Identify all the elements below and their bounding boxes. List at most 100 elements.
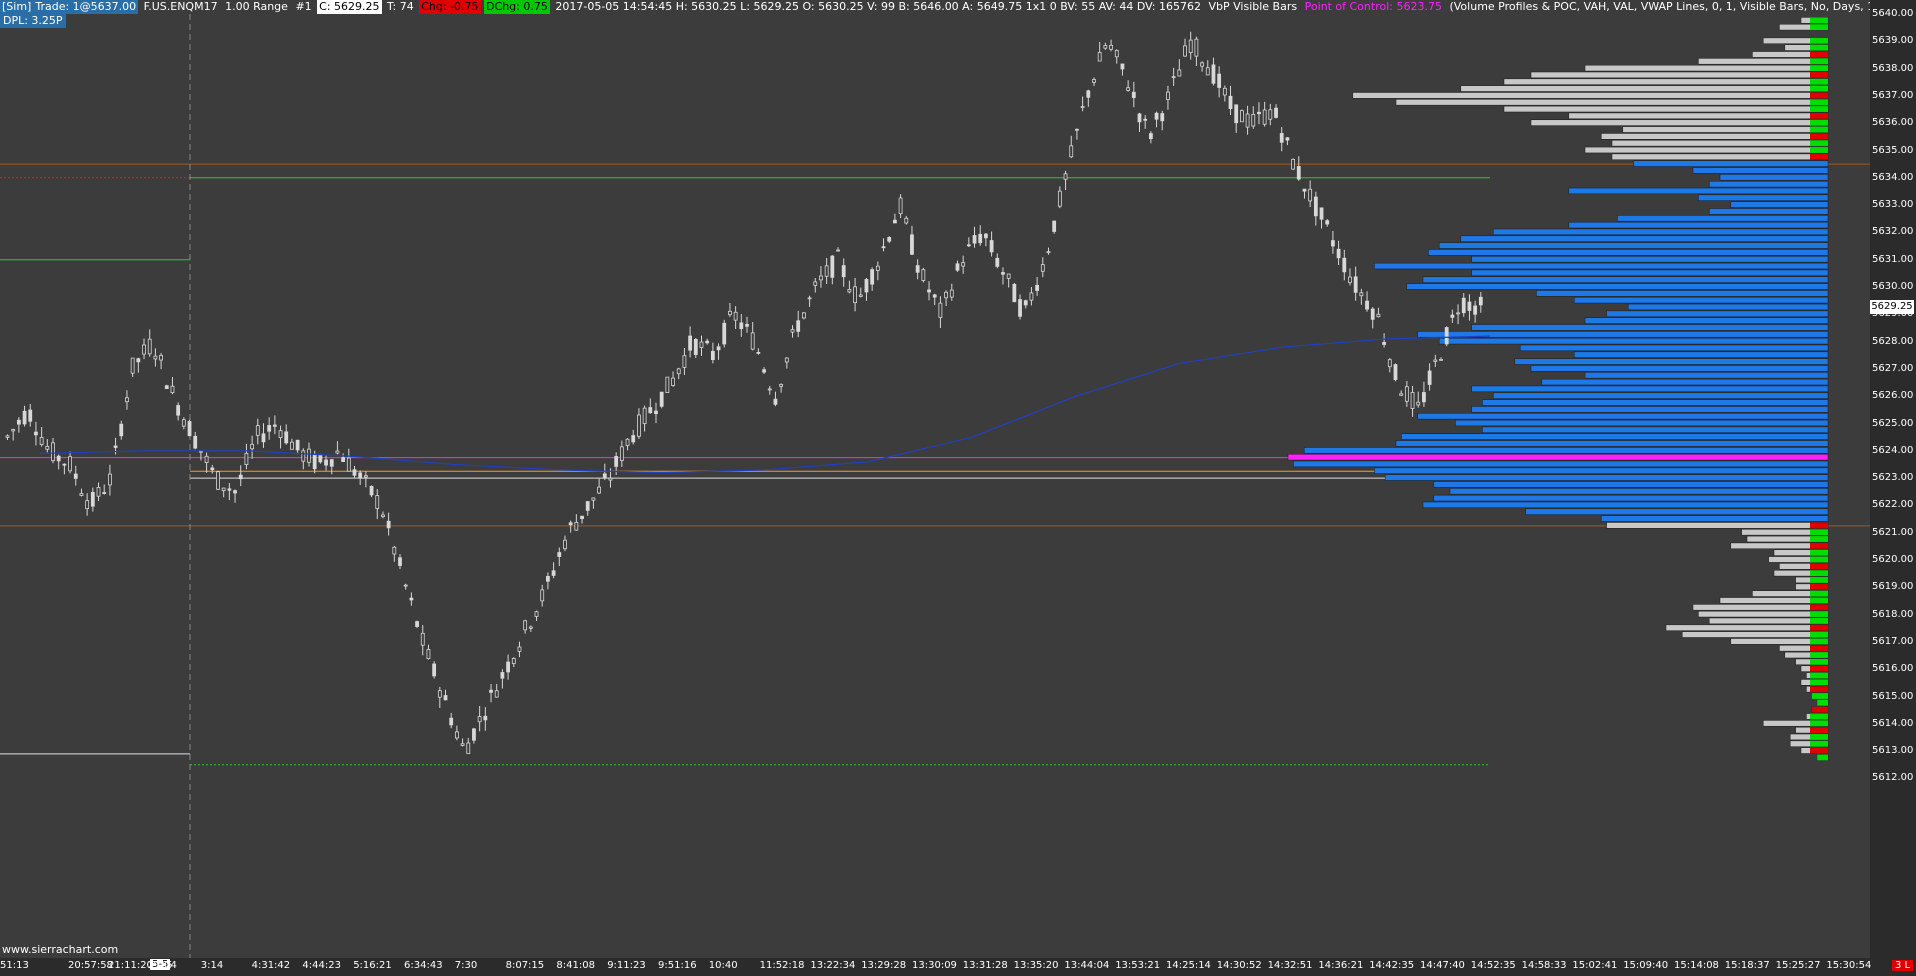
candle-body	[1160, 113, 1165, 122]
symbol-label[interactable]: F.US.ENQM17	[142, 0, 220, 14]
time-tick-label: 13:30:09	[912, 960, 957, 971]
price-tick-label: 5622.00	[1872, 499, 1914, 511]
candle-body	[591, 497, 596, 501]
time-tick-label: 21:11:20	[108, 960, 153, 971]
candle-body	[1057, 190, 1062, 207]
candle-body	[210, 467, 215, 471]
candle-body	[1296, 166, 1301, 180]
time-tick-label: 15:18:37	[1724, 960, 1770, 971]
profile-delta-bar	[1810, 72, 1828, 78]
candle-body	[1239, 110, 1244, 123]
profile-bar	[1503, 78, 1829, 85]
profile-bar	[1438, 242, 1829, 249]
candle-body	[665, 376, 670, 393]
candle-body	[244, 453, 249, 466]
candle-body	[1257, 111, 1261, 115]
candle-body	[284, 431, 289, 444]
profile-bar	[1449, 488, 1829, 495]
profile-delta-bar	[1810, 727, 1828, 734]
profile-delta-bar	[1810, 720, 1828, 727]
profile-bar	[1617, 215, 1829, 222]
candle-body	[893, 219, 897, 224]
candle-body	[1222, 87, 1227, 96]
candle-body	[28, 409, 33, 422]
candle-body	[602, 473, 607, 478]
candle-body	[1205, 67, 1210, 76]
price-axis[interactable]: 5640.00 5639.00 5638.00 5637.00 5636.00 5635.…	[1870, 0, 1916, 976]
profile-bar	[1633, 160, 1829, 167]
time-tick-label: 13:35:20	[1013, 960, 1059, 971]
candle-body	[1012, 283, 1017, 303]
candle-body	[420, 632, 425, 646]
profile-delta-bar	[1810, 686, 1828, 693]
candle-body	[1467, 301, 1472, 311]
candle-body	[1382, 342, 1387, 345]
candle-body	[955, 263, 960, 271]
price-tick-label: 5625.00	[1872, 417, 1914, 429]
candle-body	[619, 446, 624, 461]
candlesticks	[5, 31, 1483, 755]
profile-delta-bar	[1810, 119, 1828, 126]
candle-body	[233, 490, 237, 494]
candle-body	[352, 469, 357, 476]
profile-bar	[1719, 174, 1829, 181]
profile-bar	[1492, 392, 1829, 399]
profile-bar	[1303, 447, 1829, 454]
candle-body	[1148, 133, 1153, 140]
candle-body	[1359, 292, 1364, 297]
profile-bar	[1692, 604, 1829, 611]
candle-body	[1120, 63, 1125, 70]
candle-body	[528, 626, 533, 629]
candle-body	[1422, 392, 1426, 403]
candle-body	[136, 358, 141, 363]
time-axis[interactable]: 5-5 51:13 20:57:58 21:11:20 23:04 2:15 3:14 4:…	[0, 958, 1871, 976]
candle-body	[1194, 38, 1199, 57]
change-badge: Chg: -0.75	[419, 0, 481, 14]
candle-body	[995, 257, 1000, 267]
profile-delta-bar	[1810, 597, 1828, 604]
candle-body	[1109, 44, 1113, 50]
profile-bar	[1730, 201, 1829, 208]
candle-body	[79, 493, 84, 496]
candle-body	[1188, 39, 1193, 54]
candle-body	[90, 492, 95, 507]
profile-bar	[1600, 133, 1829, 140]
profile-bar	[1525, 508, 1829, 515]
time-tick-label: 51:13	[0, 960, 29, 971]
candle-body	[910, 234, 914, 255]
profile-bar	[1460, 235, 1829, 242]
profile-delta-bar	[1810, 24, 1828, 31]
time-tick-label: 14:42:35	[1369, 960, 1415, 971]
profile-bar	[1422, 501, 1829, 509]
price-tick-label: 5632.00	[1872, 226, 1914, 238]
time-tick-label: 15:09:40	[1623, 960, 1669, 971]
candle-body	[381, 514, 385, 518]
trade-badge[interactable]: Trade: 1@5637.00	[33, 0, 139, 14]
candle-body	[1478, 296, 1483, 306]
candle-body	[796, 320, 801, 332]
candle-body	[5, 435, 10, 438]
price-tick-label: 5627.00	[1872, 362, 1914, 374]
candle-body	[272, 424, 277, 427]
candle-body	[1069, 145, 1074, 158]
candle-body	[813, 281, 818, 286]
price-chart[interactable]	[0, 0, 1870, 958]
profile-delta-bar	[1810, 99, 1828, 106]
candle-body	[881, 246, 886, 249]
candle-body	[454, 731, 459, 739]
profile-bar	[1492, 228, 1829, 236]
profile-bar	[1433, 494, 1829, 502]
sim-badge[interactable]: [Sim]	[0, 0, 34, 14]
study-name[interactable]: VbP Visible Bars	[1206, 0, 1299, 14]
price-tick-label: 5616.00	[1872, 663, 1914, 675]
profile-delta-bar	[1810, 147, 1828, 153]
candle-body	[1473, 305, 1478, 315]
price-tick-label: 5615.00	[1872, 690, 1914, 702]
price-tick-label: 5630.00	[1872, 281, 1914, 292]
candle-body	[153, 355, 158, 360]
candle-body	[546, 576, 550, 582]
candle-body	[949, 289, 954, 298]
profile-bar	[1541, 378, 1829, 386]
candle-body	[921, 269, 926, 281]
candle-body	[369, 485, 374, 496]
